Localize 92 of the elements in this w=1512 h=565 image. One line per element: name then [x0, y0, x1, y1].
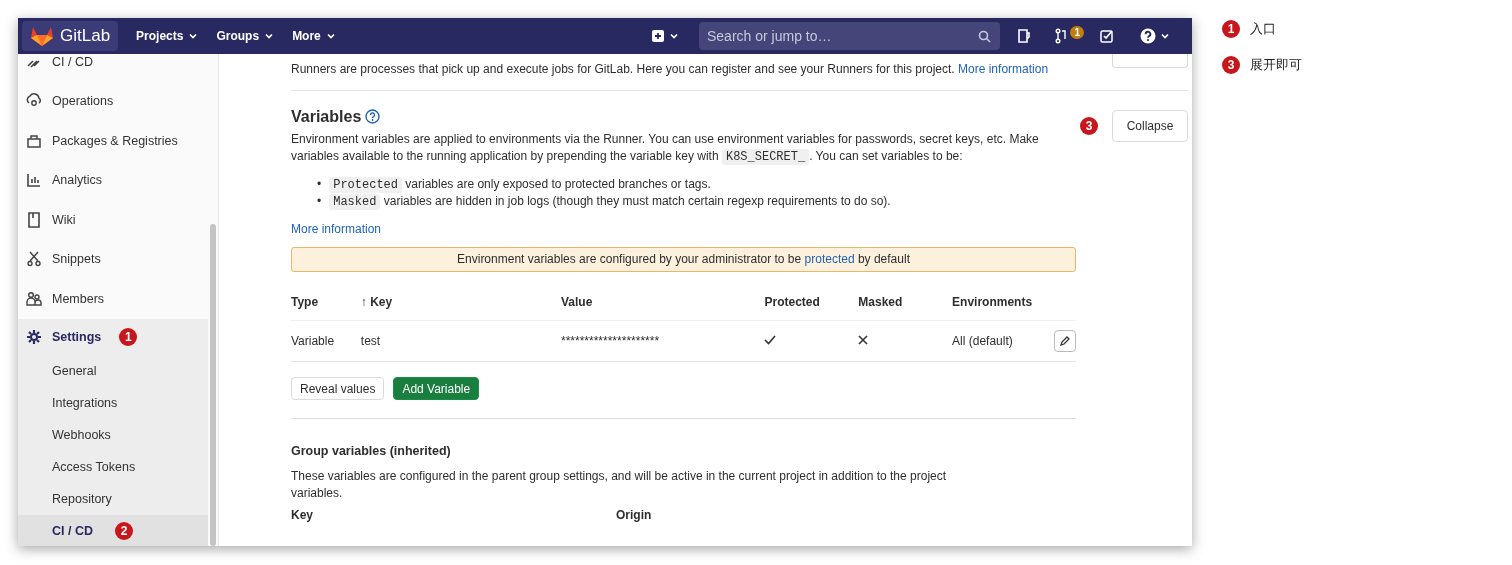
sidebar-subitem[interactable]: Integrations — [18, 386, 208, 419]
caret-icon — [188, 31, 199, 41]
table-cell: ********************* — [561, 320, 765, 362]
logo-text: GitLab — [60, 26, 111, 46]
sidebar-subitem[interactable]: Repository — [18, 482, 208, 515]
bullet-icon: • — [317, 193, 322, 210]
reveal-values-button[interactable]: Reveal values — [291, 377, 385, 400]
bullet-text: Masked variables are hidden in job logs (though they must match certain regexp requirements to do so). — [329, 193, 891, 210]
step-marker: 3 — [1080, 117, 1098, 135]
bar-chart-icon — [26, 172, 42, 189]
count-badge: 1 — [1070, 26, 1084, 39]
sidebar-item-label: Packages & Registries — [52, 133, 178, 148]
scrollbar-thumb[interactable] — [210, 224, 216, 546]
bullet-text: Protected variables are only exposed to protected branches or tags. — [329, 176, 711, 193]
column-header: Value — [561, 284, 765, 321]
sidebar-subitem-label: Repository — [52, 491, 112, 506]
column-header: Masked — [858, 284, 953, 321]
caret-icon — [264, 31, 275, 41]
group-variables-title: Group variables (inherited) — [291, 443, 452, 460]
add-variable-button[interactable]: Add Variable — [393, 377, 480, 400]
checkbox-icon — [1100, 29, 1114, 43]
search-field[interactable]: Search or jump to… — [699, 22, 1000, 50]
issue-icon — [1016, 28, 1032, 44]
group-variables-description: These variables are configured in the parent group settings, and will be active in the current project in addition to the project variables. — [291, 468, 948, 502]
sidebar-item-label: Operations — [52, 94, 114, 109]
runners-description: Runners are processes that pick up and execute jobs for GitLab. Here you can register and see your Runners for this project. More information — [291, 61, 1050, 78]
table-cell: Variable — [291, 320, 361, 362]
search-icon — [978, 30, 991, 43]
package-icon — [26, 132, 42, 149]
nav-menu[interactable]: Groups — [216, 25, 275, 47]
sidebar-subitem-label: Integrations — [52, 395, 118, 410]
sidebar-subitem[interactable]: General — [18, 354, 208, 387]
pencil-icon — [1059, 335, 1071, 347]
sidebar-item-label: CI / CD — [52, 54, 93, 69]
step-marker: 1 — [1222, 20, 1240, 38]
sidebar-subitem-label: Access Tokens — [52, 459, 136, 474]
sidebar-item-label: Settings — [52, 329, 102, 344]
sidebar-item[interactable]: Operations — [18, 81, 208, 121]
caret-icon — [1160, 31, 1170, 41]
sidebar-subitem[interactable]: Access Tokens — [18, 450, 208, 483]
column-header: Origin — [616, 508, 653, 523]
sidebar-item[interactable]: Analytics — [18, 160, 208, 200]
section-title: Variables — [291, 108, 362, 125]
sidebar-subitem-label: General — [52, 363, 97, 378]
gitlab-logo[interactable]: GitLab — [22, 21, 119, 51]
close-icon — [858, 334, 869, 345]
column-header: Protected — [764, 284, 859, 321]
bullet-icon: • — [317, 176, 322, 193]
edit-button[interactable] — [1054, 330, 1076, 352]
more-information-link[interactable]: More information — [291, 221, 382, 238]
sidebar-item[interactable]: Settings 1 — [18, 318, 208, 355]
table-cell: test — [360, 320, 561, 362]
nav-menu[interactable]: Projects — [136, 25, 199, 47]
sidebar-item-label: Analytics — [52, 173, 103, 188]
sidebar-subitem-label: CI / CD — [52, 523, 93, 538]
sidebar-item-label: Snippets — [52, 252, 101, 267]
sidebar-item[interactable]: Packages & Registries — [18, 121, 208, 161]
sidebar-item[interactable]: Snippets — [18, 239, 208, 279]
step-marker: 3 — [1222, 56, 1240, 74]
nav-menu[interactable]: More — [292, 25, 336, 47]
sidebar-item[interactable]: Wiki — [18, 200, 208, 240]
gear-icon — [26, 328, 42, 345]
help-icon — [1140, 28, 1156, 44]
people-icon — [26, 290, 42, 307]
check-icon — [764, 334, 777, 345]
alert-text: Environment variables are configured by your administrator to be protected by default — [457, 251, 910, 268]
sidebar-subitem[interactable]: CI / CD 2 — [18, 514, 208, 546]
sidebar-item-label: Wiki — [52, 212, 76, 227]
more-information-link[interactable]: More information — [958, 62, 1049, 76]
scissors-icon — [26, 251, 42, 268]
sidebar-item[interactable]: CI / CD — [18, 54, 208, 82]
sidebar-subitem-label: Webhooks — [52, 427, 111, 442]
sidebar-subitem[interactable]: Webhooks — [18, 418, 208, 451]
step-marker: 1 — [119, 327, 138, 346]
protected-link[interactable]: protected — [804, 252, 855, 266]
column-header: Key — [291, 508, 314, 523]
variables-description: Environment variables are applied to environments via the Runner. You can use environment variables for passwords, secret keys, etc. Make variables available to the running application by prepending the variable key with K8S_SECRET_ . You can set variables to be: — [291, 131, 1040, 166]
column-header: Type — [291, 284, 361, 321]
column-header[interactable]: ↑ Key — [360, 284, 561, 321]
step-marker: 2 — [115, 521, 133, 540]
plus-square-icon — [651, 29, 665, 43]
legend-label: 展开即可 — [1250, 56, 1302, 74]
legend-label: 入口 — [1250, 20, 1276, 38]
column-header: Environments — [952, 284, 1054, 321]
caret-icon — [325, 31, 336, 41]
fox-logo-icon — [30, 25, 54, 47]
collapse-button[interactable]: Collapse — [1112, 110, 1188, 142]
help-icon[interactable] — [365, 109, 381, 124]
sidebar-item[interactable]: Members — [18, 279, 208, 319]
book-icon — [26, 211, 42, 228]
sidebar-item-label: Members — [52, 291, 105, 306]
caret-icon — [669, 31, 679, 41]
